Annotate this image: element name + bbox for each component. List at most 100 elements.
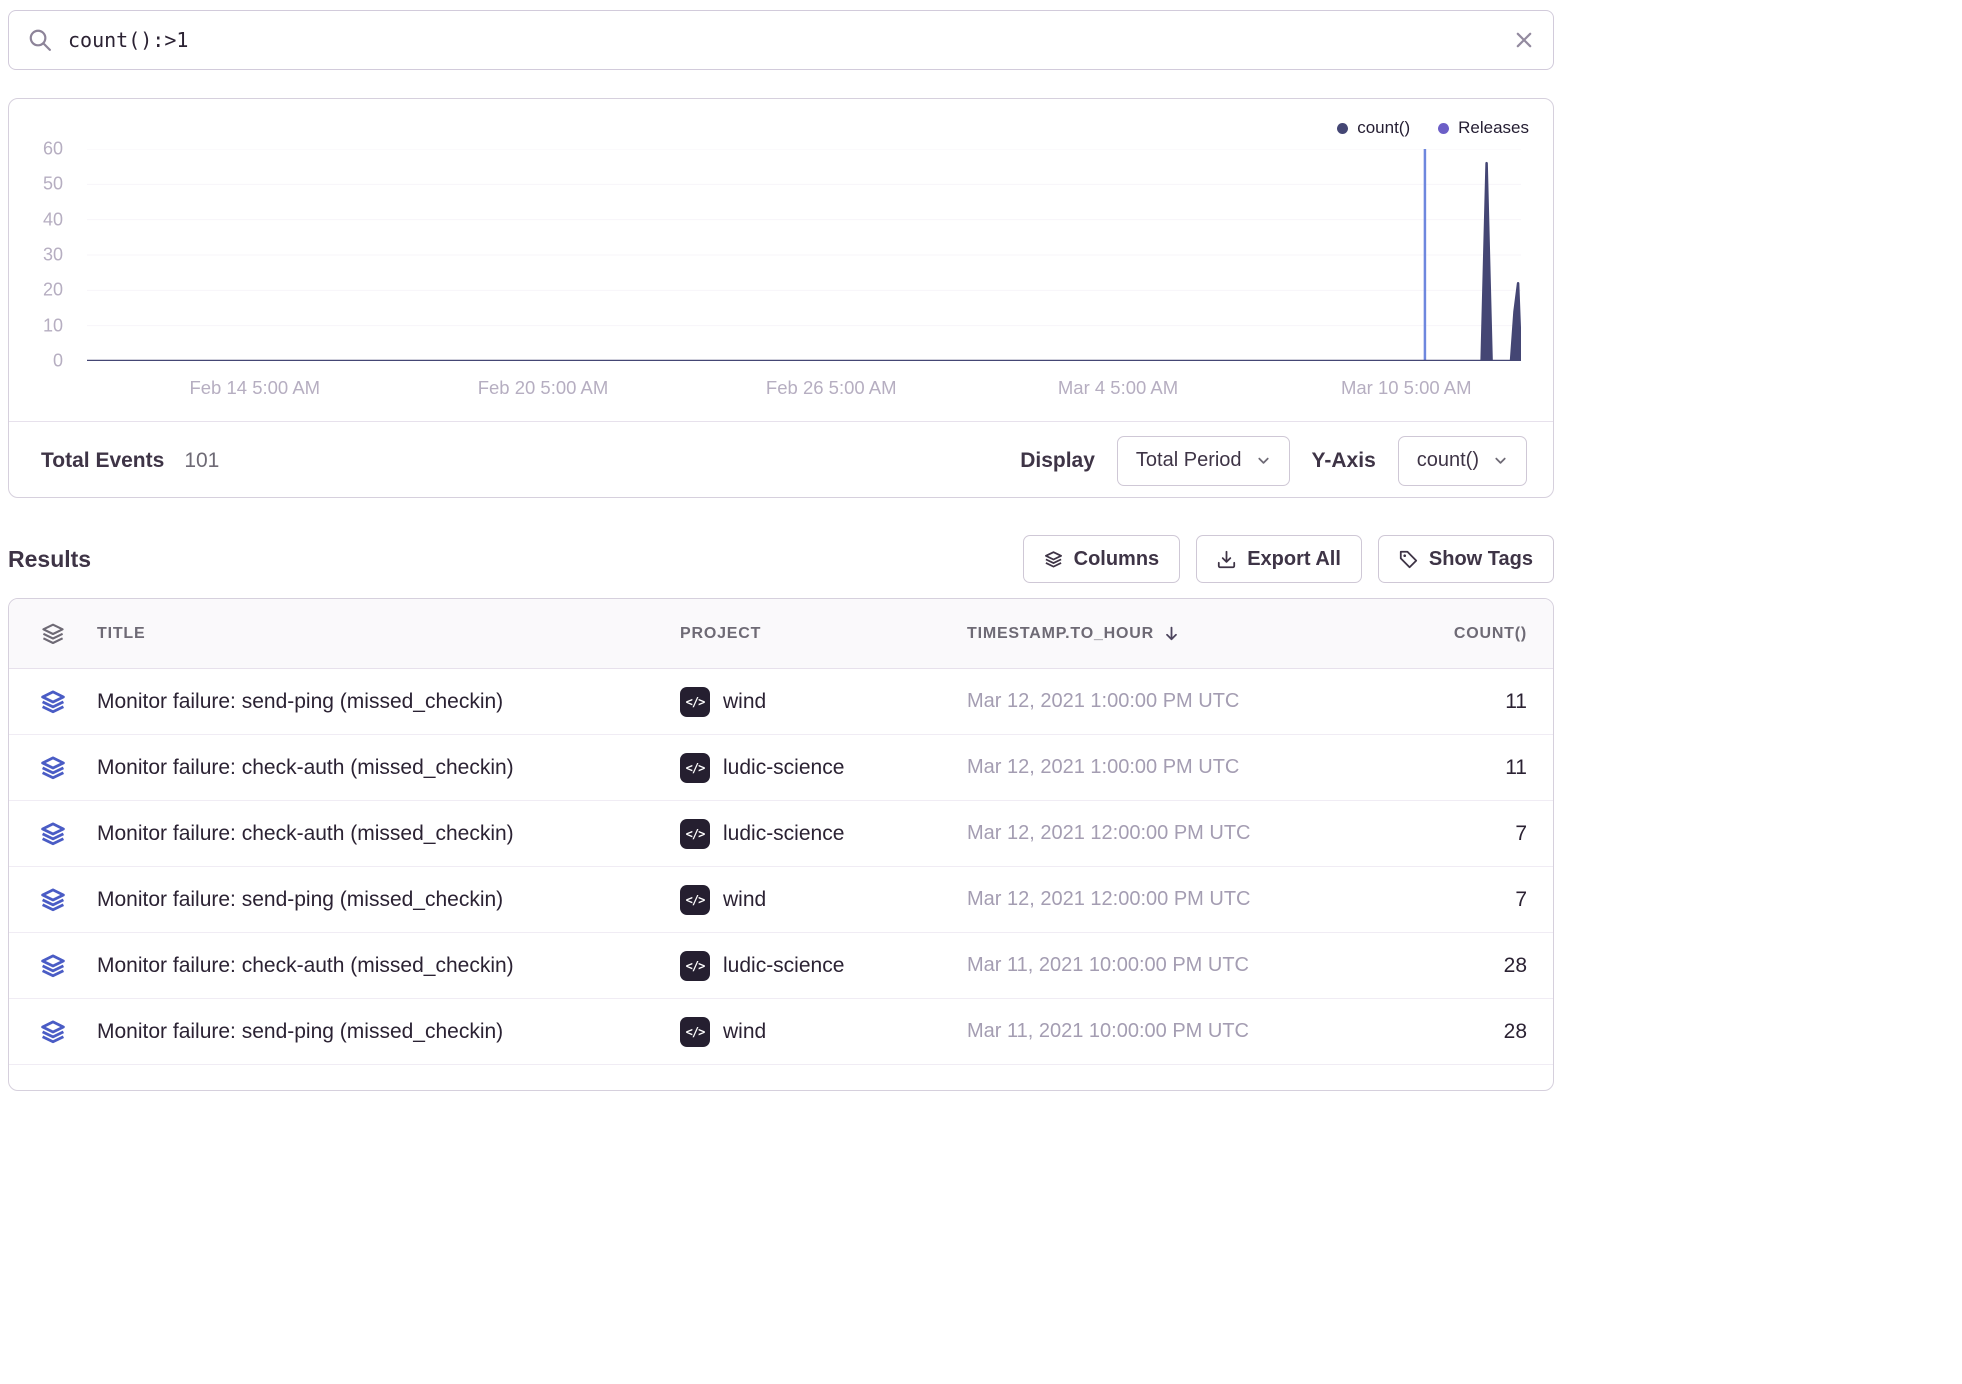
clear-search-button[interactable]	[1513, 29, 1535, 51]
table-row: Monitor failure: send-ping (missed_check…	[9, 999, 1553, 1065]
row-count: 11	[1505, 756, 1527, 780]
table-row: Monitor failure: check-auth (missed_chec…	[9, 933, 1553, 999]
row-title[interactable]: Monitor failure: check-auth (missed_chec…	[97, 822, 680, 846]
x-axis-tick-label: Feb 20 5:00 AM	[478, 377, 609, 399]
results-actions: Columns Export All Show Tags	[1023, 535, 1554, 583]
column-header-title-label: TITLE	[97, 625, 145, 643]
y-axis-label: Y-Axis	[1312, 449, 1376, 473]
y-axis-dropdown[interactable]: count()	[1398, 436, 1527, 486]
legend-label: count()	[1357, 118, 1410, 138]
legend-item-releases[interactable]: Releases	[1438, 118, 1529, 138]
columns-button-label: Columns	[1074, 548, 1160, 571]
y-axis-tick-label: 50	[43, 174, 63, 195]
export-all-button-label: Export All	[1247, 548, 1341, 571]
column-header-project-label: PROJECT	[680, 625, 761, 643]
table-row: Monitor failure: send-ping (missed_check…	[9, 669, 1553, 735]
project-name: wind	[723, 888, 766, 912]
platform-icon: </>	[680, 819, 710, 849]
row-timestamp: Mar 12, 2021 1:00:00 PM UTC	[967, 756, 1505, 779]
y-axis-dropdown-value: count()	[1417, 449, 1479, 472]
project-name: wind	[723, 1020, 766, 1044]
column-header-project[interactable]: PROJECT	[680, 625, 967, 643]
stack-column-icon[interactable]	[41, 622, 65, 646]
results-heading: Results	[8, 546, 91, 573]
show-tags-button-label: Show Tags	[1429, 548, 1533, 571]
table-row: Monitor failure: check-auth (missed_chec…	[9, 735, 1553, 801]
column-header-title[interactable]: TITLE	[97, 625, 680, 643]
events-chart-canvas	[87, 149, 1521, 361]
columns-button[interactable]: Columns	[1023, 535, 1181, 583]
platform-icon: </>	[680, 687, 710, 717]
platform-icon: </>	[680, 753, 710, 783]
x-axis-tick-label: Mar 4 5:00 AM	[1058, 377, 1178, 399]
y-axis-tick-label: 40	[43, 209, 63, 230]
x-axis-tick-label: Feb 14 5:00 AM	[189, 377, 320, 399]
stack-icon[interactable]	[40, 821, 66, 847]
column-header-timestamp[interactable]: TIMESTAMP.TO_HOUR	[967, 625, 1454, 643]
events-chart-panel: count() Releases 0 10 20 30 40 50 60 Feb 14 5:0…	[8, 98, 1554, 498]
legend-dot-icon	[1438, 123, 1449, 134]
display-dropdown[interactable]: Total Period	[1117, 436, 1290, 486]
legend-label: Releases	[1458, 118, 1529, 138]
chart-x-axis: Feb 14 5:00 AMFeb 20 5:00 AMFeb 26 5:00 …	[87, 361, 1521, 421]
y-axis-tick-label: 30	[43, 245, 63, 266]
row-title[interactable]: Monitor failure: send-ping (missed_check…	[97, 1020, 680, 1044]
platform-icon: </>	[680, 885, 710, 915]
layers-icon	[1044, 550, 1063, 569]
row-count: 28	[1504, 954, 1527, 978]
stack-icon[interactable]	[40, 755, 66, 781]
legend-item-count[interactable]: count()	[1337, 118, 1410, 138]
y-axis-tick-label: 60	[43, 139, 63, 160]
search-icon	[27, 27, 53, 53]
export-all-button[interactable]: Export All	[1196, 535, 1362, 583]
display-label: Display	[1020, 449, 1095, 473]
platform-icon: </>	[680, 951, 710, 981]
column-header-count[interactable]: COUNT()	[1454, 625, 1527, 643]
chart-legend: count() Releases	[9, 99, 1553, 149]
row-title[interactable]: Monitor failure: send-ping (missed_check…	[97, 690, 680, 714]
tag-icon	[1399, 550, 1418, 569]
table-row: Monitor failure: check-auth (missed_chec…	[9, 801, 1553, 867]
row-count: 11	[1505, 690, 1527, 714]
row-project: </> wind	[680, 687, 967, 717]
count-series-line	[87, 163, 1521, 361]
row-count: 7	[1515, 822, 1527, 846]
row-title[interactable]: Monitor failure: send-ping (missed_check…	[97, 888, 680, 912]
project-name: wind	[723, 690, 766, 714]
row-count: 28	[1504, 1020, 1527, 1044]
y-axis-tick-label: 20	[43, 280, 63, 301]
x-axis-tick-label: Mar 10 5:00 AM	[1341, 377, 1472, 399]
table-footer	[9, 1065, 1553, 1090]
row-project: </> ludic-science	[680, 951, 967, 981]
show-tags-button[interactable]: Show Tags	[1378, 535, 1554, 583]
table-row: Monitor failure: send-ping (missed_check…	[9, 867, 1553, 933]
chart-y-axis: 0102030405060	[13, 149, 75, 361]
project-name: ludic-science	[723, 954, 844, 978]
results-table: TITLE PROJECT TIMESTAMP.TO_HOUR COUNT() …	[8, 598, 1554, 1091]
stack-icon[interactable]	[40, 953, 66, 979]
stack-icon[interactable]	[40, 887, 66, 913]
stack-icon[interactable]	[40, 689, 66, 715]
row-timestamp: Mar 12, 2021 1:00:00 PM UTC	[967, 690, 1505, 713]
row-title[interactable]: Monitor failure: check-auth (missed_chec…	[97, 756, 680, 780]
row-timestamp: Mar 12, 2021 12:00:00 PM UTC	[967, 822, 1515, 845]
download-icon	[1217, 550, 1236, 569]
discover-page: count():>1 count() Releases 0 10 20 30 40 50 60…	[8, 10, 1554, 1091]
platform-icon: </>	[680, 1017, 710, 1047]
project-name: ludic-science	[723, 822, 844, 846]
search-input[interactable]: count():>1	[68, 28, 1498, 52]
column-header-count-label: COUNT()	[1454, 625, 1527, 643]
row-title[interactable]: Monitor failure: check-auth (missed_chec…	[97, 954, 680, 978]
row-project: </> ludic-science	[680, 819, 967, 849]
row-timestamp: Mar 11, 2021 10:00:00 PM UTC	[967, 954, 1504, 977]
stack-icon[interactable]	[40, 1019, 66, 1045]
column-header-timestamp-label: TIMESTAMP.TO_HOUR	[967, 625, 1154, 643]
results-header: Results Columns Export All Show Tags	[8, 534, 1554, 584]
row-project: </> wind	[680, 1017, 967, 1047]
y-axis-tick-label: 0	[53, 351, 63, 372]
sort-desc-icon	[1163, 625, 1180, 642]
table-header-row: TITLE PROJECT TIMESTAMP.TO_HOUR COUNT()	[9, 599, 1553, 669]
total-events-value: 101	[184, 449, 219, 473]
y-axis-tick-label: 10	[43, 315, 63, 336]
chevron-down-icon	[1493, 453, 1508, 468]
